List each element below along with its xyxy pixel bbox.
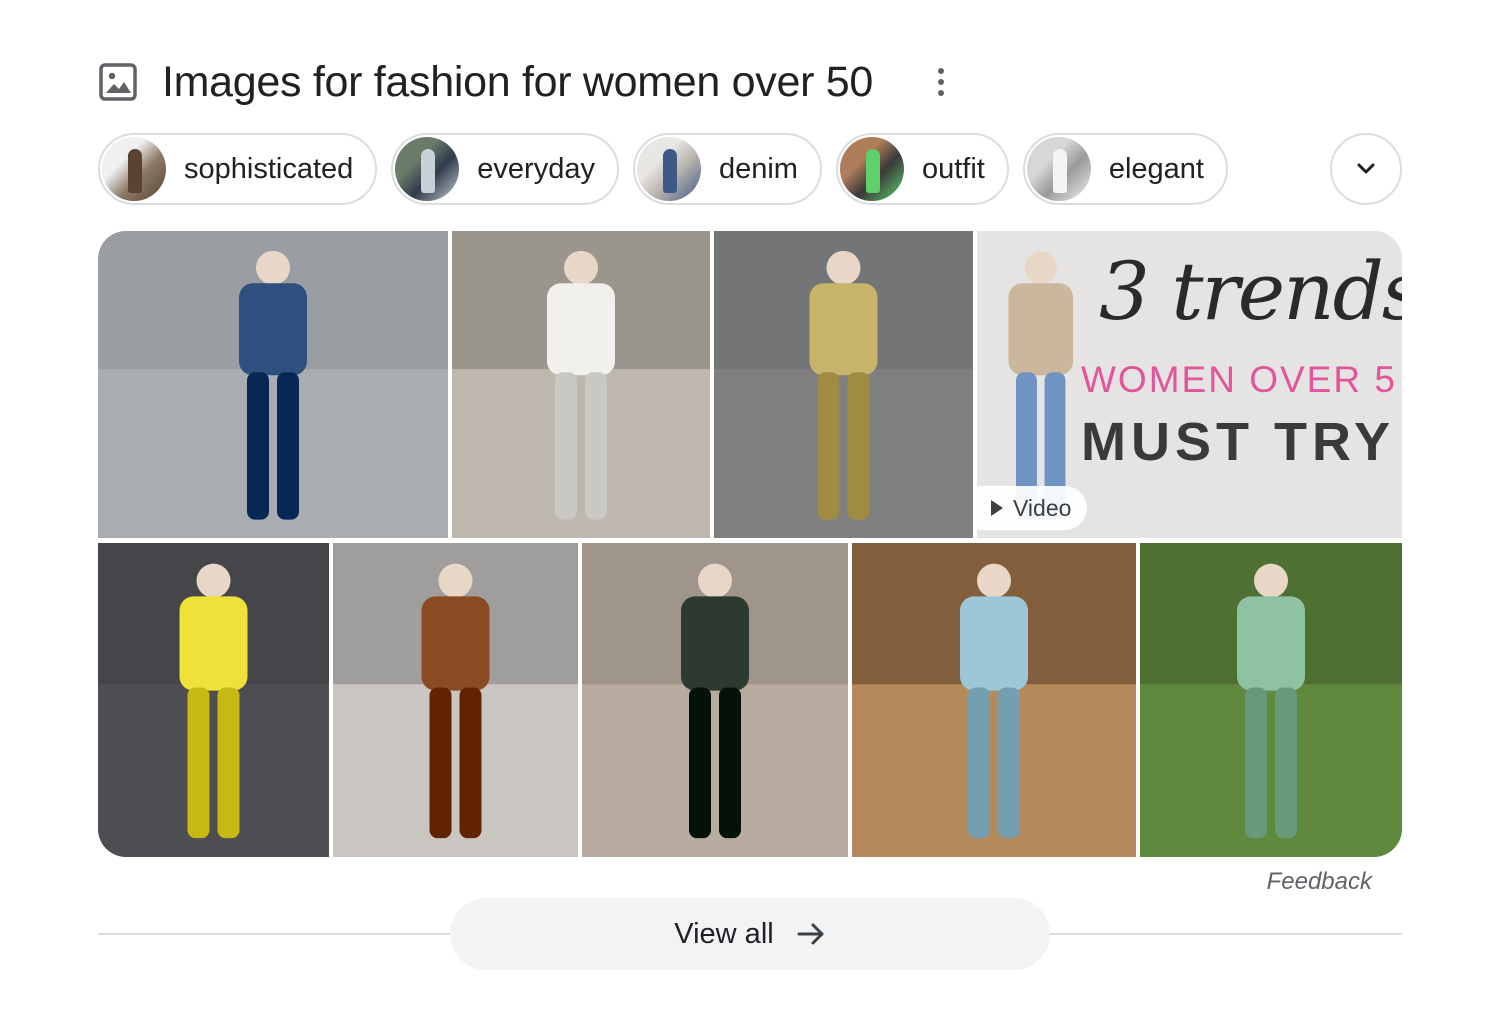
figure-torso — [809, 283, 878, 376]
chip-thumbnail — [102, 137, 166, 201]
more-vert-icon[interactable] — [931, 62, 951, 102]
chip-label: elegant — [1108, 152, 1204, 185]
arrow-right-icon — [797, 923, 824, 945]
overlay-tagline: MUST TRY — [1081, 412, 1395, 472]
video-badge-label: Video — [1013, 494, 1072, 521]
figure-head — [256, 250, 290, 285]
chip-label: everyday — [477, 152, 595, 185]
chip-figure — [1052, 149, 1067, 193]
figure-leg — [689, 687, 711, 839]
divider-right — [1042, 933, 1402, 935]
chip-label: sophisticated — [184, 152, 354, 185]
figure-leg — [187, 687, 210, 839]
figure-leg — [217, 687, 240, 839]
chip-figure — [128, 149, 142, 193]
section-title: Images for fashion for women over 50 — [162, 57, 874, 106]
overlay-heading: 3 trends — [1099, 245, 1402, 338]
figure-leg — [998, 687, 1020, 839]
figure-leg — [1245, 687, 1267, 839]
figure-torso — [547, 283, 615, 376]
figure-head — [1024, 251, 1057, 284]
divider-left — [98, 933, 458, 935]
image-result[interactable] — [98, 543, 329, 857]
image-result[interactable] — [1140, 543, 1402, 857]
chevron-down-icon — [1357, 163, 1375, 174]
figure-leg — [968, 687, 990, 839]
image-thumbnail — [98, 543, 329, 857]
image-thumbnail — [582, 543, 848, 857]
image-result[interactable] — [582, 543, 848, 857]
figure-leg — [459, 687, 482, 839]
chip-figure — [421, 149, 436, 193]
refinement-chips: sophisticated everyday denim outfit eleg… — [98, 133, 1228, 205]
image-grid: 3 trends WOMEN OVER 5 MUST TRY Video — [98, 231, 1402, 857]
figure-leg — [1275, 687, 1297, 839]
image-thumbnail — [1140, 543, 1402, 857]
chip-outfit[interactable]: outfit — [835, 133, 1009, 205]
chip-elegant[interactable]: elegant — [1022, 133, 1228, 205]
figure-leg — [277, 372, 299, 520]
chip-thumbnail — [1026, 137, 1091, 201]
chip-label: denim — [718, 152, 798, 185]
figure-head — [977, 563, 1011, 598]
play-icon — [991, 500, 1003, 516]
figure-leg — [429, 687, 452, 839]
figure-leg — [585, 372, 607, 520]
chip-sophisticated[interactable]: sophisticated — [98, 133, 378, 205]
view-all-label: View all — [674, 917, 774, 950]
figure-head — [698, 563, 732, 598]
figure-torso — [179, 596, 248, 691]
figure-torso — [681, 596, 749, 691]
figure-head — [564, 250, 598, 285]
figure-torso — [1008, 283, 1074, 376]
figure-leg — [719, 687, 741, 839]
image-result-video[interactable]: 3 trends WOMEN OVER 5 MUST TRY Video — [977, 231, 1402, 538]
video-badge[interactable]: Video — [977, 486, 1088, 530]
figure-leg — [555, 372, 577, 520]
chip-label: outfit — [921, 152, 985, 185]
image-thumbnail — [852, 543, 1136, 857]
figure-head — [196, 563, 231, 598]
header: Images for fashion for women over 50 — [98, 50, 951, 114]
image-result[interactable] — [98, 231, 448, 538]
figure-torso — [1237, 596, 1305, 691]
chip-figure — [662, 149, 677, 193]
image-thumbnail — [333, 543, 578, 857]
figure-head — [826, 250, 861, 285]
view-all-button[interactable]: View all — [450, 898, 1050, 970]
chip-figure — [865, 149, 880, 193]
overlay-subheading: WOMEN OVER 5 — [1081, 359, 1397, 400]
figure-torso — [239, 283, 307, 376]
figure-torso — [960, 596, 1028, 691]
image-result[interactable] — [714, 231, 973, 538]
chip-thumbnail — [636, 137, 701, 201]
chip-thumbnail — [839, 137, 904, 201]
image-thumbnail — [714, 231, 973, 538]
chip-thumbnail — [395, 137, 460, 201]
image-thumbnail — [98, 231, 448, 538]
figure-leg — [817, 372, 840, 520]
figure-head — [1254, 563, 1288, 598]
image-result[interactable] — [333, 543, 578, 857]
image-thumbnail — [452, 231, 710, 538]
figure-head — [438, 563, 473, 598]
figure-leg — [847, 372, 870, 520]
image-icon — [99, 63, 137, 101]
chip-denim[interactable]: denim — [632, 133, 822, 205]
figure-torso — [421, 596, 490, 691]
chip-everyday[interactable]: everyday — [391, 133, 619, 205]
figure-leg — [247, 372, 269, 520]
expand-chips-button[interactable] — [1330, 133, 1402, 205]
feedback-link[interactable]: Feedback — [1267, 868, 1372, 896]
image-result[interactable] — [852, 543, 1136, 857]
image-result[interactable] — [452, 231, 710, 538]
